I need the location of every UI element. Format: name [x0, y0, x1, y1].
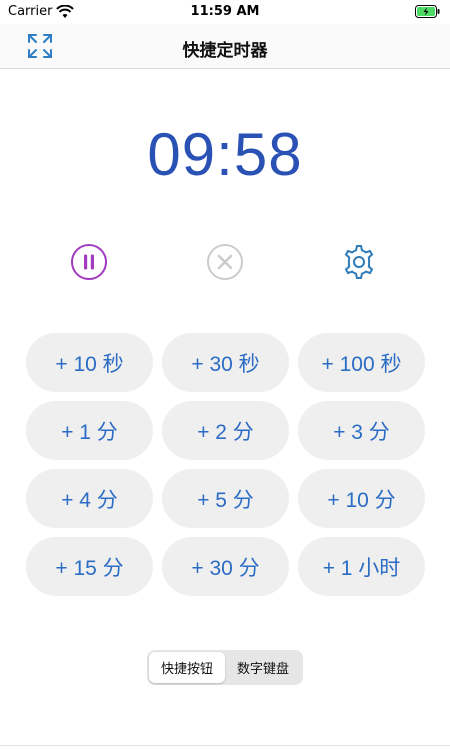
add-30m-button[interactable]: + 30 分 — [162, 537, 289, 596]
add-3m-button[interactable]: + 3 分 — [298, 401, 425, 460]
segment-quick-buttons[interactable]: 快捷按钮 — [149, 652, 225, 683]
status-bar: Carrier 11:59 AM — [0, 0, 450, 24]
mode-segmented-control: 快捷按钮 数字键盘 — [147, 650, 303, 685]
page-title: 快捷定时器 — [182, 41, 268, 61]
bottom-divider — [0, 745, 450, 746]
gear-icon[interactable] — [340, 243, 378, 281]
add-10s-button[interactable]: + 10 秒 — [26, 333, 153, 392]
segment-number-keypad[interactable]: 数字键盘 — [225, 652, 301, 683]
cancel-icon[interactable] — [206, 243, 244, 281]
nav-bar: 快捷定时器 — [0, 24, 450, 69]
add-100s-button[interactable]: + 100 秒 — [298, 333, 425, 392]
add-1m-button[interactable]: + 1 分 — [26, 401, 153, 460]
add-4m-button[interactable]: + 4 分 — [26, 469, 153, 528]
add-1h-button[interactable]: + 1 小时 — [298, 537, 425, 596]
add-5m-button[interactable]: + 5 分 — [162, 469, 289, 528]
quick-buttons-grid: + 10 秒 + 30 秒 + 100 秒 + 1 分 + 2 分 + 3 分 … — [26, 333, 425, 596]
add-2m-button[interactable]: + 2 分 — [162, 401, 289, 460]
add-10m-button[interactable]: + 10 分 — [298, 469, 425, 528]
add-30s-button[interactable]: + 30 秒 — [162, 333, 289, 392]
battery-icon — [415, 5, 440, 18]
timer-display: 09:58 — [147, 121, 303, 188]
status-time: 11:59 AM — [190, 4, 260, 19]
add-15m-button[interactable]: + 15 分 — [26, 537, 153, 596]
app-screen: Carrier 11:59 AM 快捷定时器 09:58 + 10 秒 + 30… — [0, 0, 450, 749]
pause-icon[interactable] — [70, 243, 108, 281]
